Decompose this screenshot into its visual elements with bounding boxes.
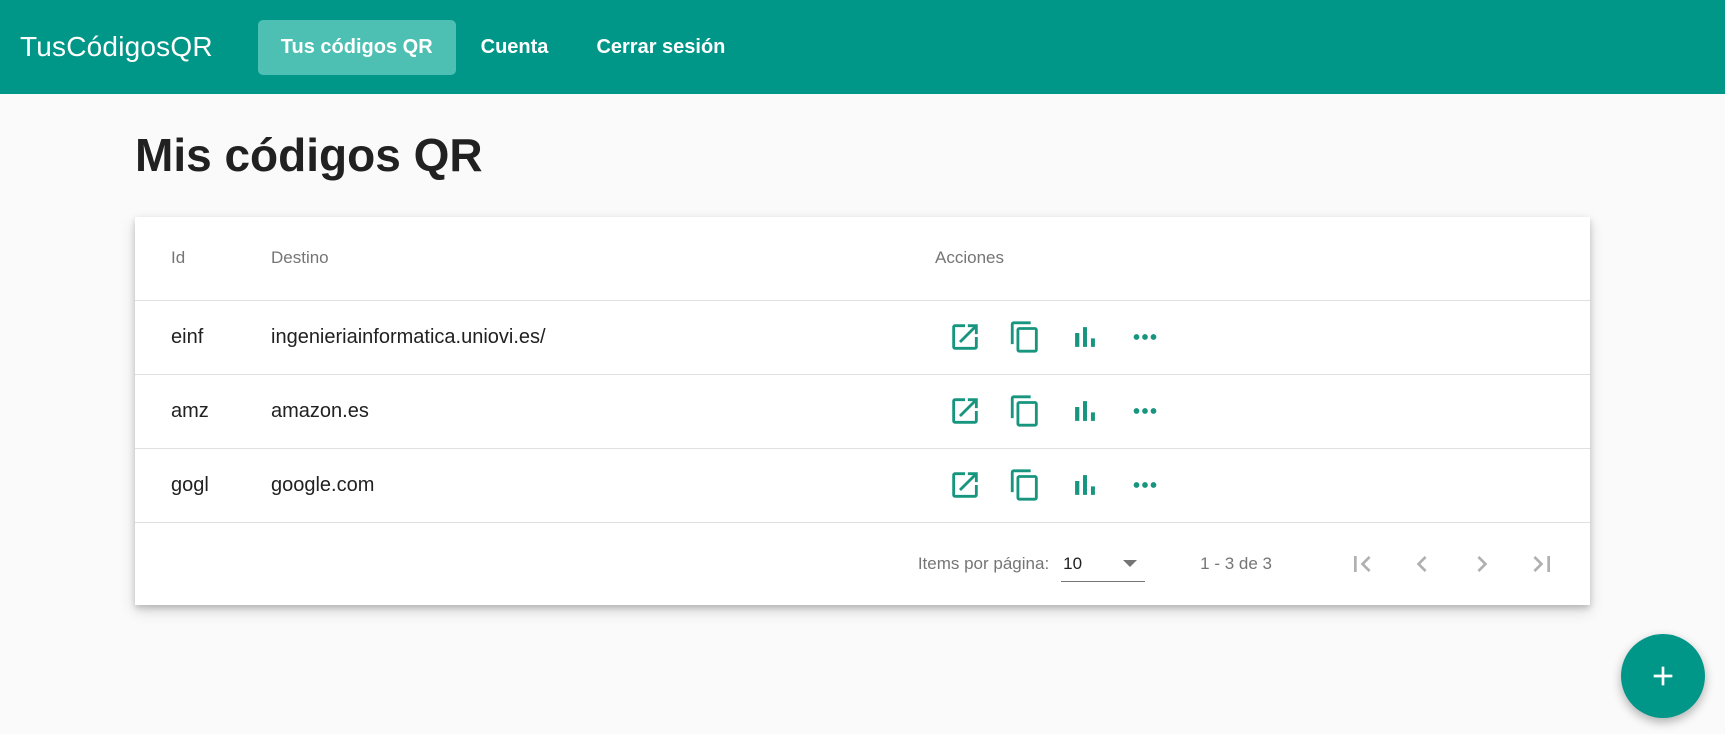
row-actions [935,381,1590,441]
row-actions [935,455,1590,515]
more-horiz-icon[interactable] [1115,307,1175,367]
copy-icon[interactable] [995,307,1055,367]
more-horiz-icon[interactable] [1115,381,1175,441]
open-in-new-icon[interactable] [935,381,995,441]
header-id: Id [135,217,271,301]
next-page-icon[interactable] [1452,534,1512,594]
cell-destino: amazon.es [271,374,935,449]
qr-table: Id Destino Acciones einf ingenieriainfor… [135,217,1590,523]
more-horiz-icon[interactable] [1115,455,1175,515]
cell-id: amz [135,374,271,449]
cell-destino: ingenieriainformatica.uniovi.es/ [271,300,935,375]
cell-destino: google.com [271,448,935,523]
last-page-icon[interactable] [1512,534,1572,594]
bar-chart-icon[interactable] [1055,455,1115,515]
nav-cerrar-sesion[interactable]: Cerrar sesión [573,20,748,75]
nav-tus-codigos-qr[interactable]: Tus códigos QR [257,19,456,75]
nav-cuenta[interactable]: Cuenta [458,20,572,75]
table-row: amz amazon.es [135,374,1590,449]
paginator: Items por página: 10 1 - 3 de 3 [135,523,1590,606]
table-header-row: Id Destino Acciones [135,217,1590,301]
top-toolbar: TusCódigosQR Tus códigos QR Cuenta Cerra… [0,0,1725,94]
open-in-new-icon[interactable] [935,455,995,515]
open-in-new-icon[interactable] [935,307,995,367]
page-range-label: 1 - 3 de 3 [1200,554,1272,573]
first-page-icon[interactable] [1332,534,1392,594]
brand-title[interactable]: TusCódigosQR [20,31,213,63]
table-row: gogl google.com [135,448,1590,523]
copy-icon[interactable] [995,381,1055,441]
items-per-page-label: Items por página: [917,554,1050,573]
row-actions [935,307,1590,367]
page-size-select[interactable]: 10 [1061,546,1146,582]
add-qr-fab-button[interactable] [1621,634,1705,718]
dropdown-arrow-icon [1123,560,1138,567]
bar-chart-icon[interactable] [1055,307,1115,367]
page-size-value: 10 [1063,553,1083,573]
header-destino: Destino [271,217,935,301]
copy-icon[interactable] [995,455,1055,515]
cell-id: einf [135,300,271,375]
qr-table-card: Id Destino Acciones einf ingenieriainfor… [135,217,1590,605]
previous-page-icon[interactable] [1392,534,1452,594]
header-acciones: Acciones [935,217,1590,301]
bar-chart-icon[interactable] [1055,381,1115,441]
add-icon [1653,666,1673,686]
page-title: Mis códigos QR [135,129,483,181]
cell-id: gogl [135,448,271,523]
table-row: einf ingenieriainformatica.uniovi.es/ [135,300,1590,375]
